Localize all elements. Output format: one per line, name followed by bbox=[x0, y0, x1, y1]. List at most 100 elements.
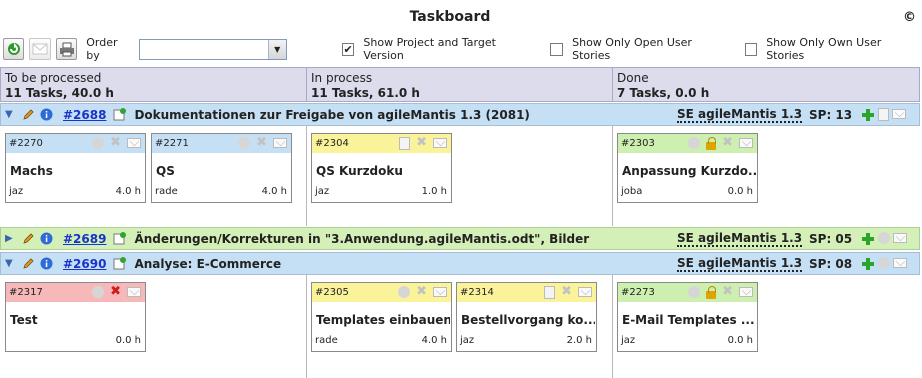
task-card[interactable]: #2314 ✖ Bestellvorgang ko... jaz 2.0 h bbox=[456, 282, 597, 352]
lock-icon[interactable] bbox=[706, 286, 717, 299]
info-icon[interactable] bbox=[39, 257, 53, 271]
mail-icon[interactable] bbox=[433, 287, 447, 297]
user-story-row[interactable]: ▶ #2689 Änderungen/Korrekturen in "3.Anw… bbox=[0, 227, 920, 250]
column-title: In process bbox=[311, 71, 373, 85]
task-title: Anpassung Kurzdo... bbox=[622, 164, 756, 178]
status-circle-icon[interactable] bbox=[688, 286, 701, 298]
note-icon[interactable] bbox=[112, 257, 126, 271]
chevron-down-icon[interactable]: ▼ bbox=[267, 39, 286, 59]
close-icon[interactable]: ✖ bbox=[722, 136, 733, 150]
show-open-checkbox[interactable] bbox=[550, 42, 564, 56]
column-title: To be processed bbox=[5, 71, 102, 85]
mail-icon[interactable] bbox=[892, 108, 906, 119]
task-user: jaz bbox=[621, 335, 636, 346]
column-divider bbox=[612, 126, 613, 226]
mail-icon[interactable] bbox=[893, 232, 907, 243]
print-button[interactable] bbox=[55, 38, 78, 60]
task-title: Bestellvorgang ko... bbox=[461, 313, 595, 327]
mail-icon[interactable] bbox=[893, 257, 907, 268]
info-icon[interactable] bbox=[39, 232, 53, 246]
mail-icon[interactable] bbox=[739, 138, 753, 148]
show-project-option[interactable]: ✔ Show Project and Target Version bbox=[341, 36, 535, 62]
mail-icon[interactable] bbox=[127, 287, 141, 297]
close-icon[interactable]: ✖ bbox=[110, 285, 121, 298]
column-title: Done bbox=[617, 71, 649, 85]
story-points: SP: 08 bbox=[809, 256, 853, 271]
close-icon[interactable]: ✖ bbox=[110, 136, 121, 149]
add-icon[interactable] bbox=[861, 108, 875, 122]
note-icon[interactable] bbox=[112, 108, 126, 122]
document-icon[interactable] bbox=[878, 107, 889, 121]
print-icon bbox=[59, 42, 74, 56]
close-icon[interactable]: ✖ bbox=[722, 285, 733, 299]
task-card[interactable]: #2317 ✖ Test 0.0 h bbox=[5, 282, 146, 352]
refresh-button[interactable] bbox=[3, 38, 25, 60]
mail-button[interactable] bbox=[29, 38, 51, 60]
collapse-icon[interactable]: ▼ bbox=[5, 109, 15, 120]
document-icon[interactable] bbox=[399, 137, 411, 150]
pencil-icon[interactable] bbox=[21, 232, 35, 246]
status-circle-icon[interactable] bbox=[878, 231, 890, 244]
story-id-link[interactable]: #2690 bbox=[63, 257, 106, 271]
task-estimate: 0.0 h bbox=[727, 335, 753, 346]
show-own-checkbox[interactable] bbox=[744, 42, 758, 56]
task-estimate: 0.0 h bbox=[727, 186, 753, 197]
status-circle-icon[interactable] bbox=[688, 137, 701, 149]
mail-icon[interactable] bbox=[273, 138, 287, 148]
taskboard: To be processed 11 Tasks, 40.0 h In proc… bbox=[0, 67, 920, 378]
mail-icon[interactable] bbox=[433, 138, 447, 148]
task-title: Machs bbox=[10, 164, 53, 178]
show-open-option[interactable]: Show Only Open User Stories bbox=[550, 36, 728, 62]
status-circle-icon[interactable] bbox=[92, 137, 105, 149]
task-title: Test bbox=[10, 313, 38, 327]
close-icon[interactable]: ✖ bbox=[256, 136, 267, 149]
pencil-icon[interactable] bbox=[21, 257, 35, 271]
story-id-link[interactable]: #2688 bbox=[63, 108, 106, 122]
mail-icon[interactable] bbox=[127, 138, 141, 148]
story-name: Dokumentationen zur Freigabe von agileMa… bbox=[134, 107, 530, 122]
task-card[interactable]: #2304 ✖ QS Kurzdoku jaz 1.0 h bbox=[311, 133, 452, 203]
task-id: #2271 bbox=[155, 138, 189, 149]
close-icon[interactable]: ✖ bbox=[561, 285, 572, 299]
user-story-row[interactable]: ▼ #2688 Dokumentationen zur Freigabe von… bbox=[0, 103, 920, 126]
add-icon[interactable] bbox=[861, 232, 875, 246]
column-summary: 11 Tasks, 40.0 h bbox=[5, 86, 114, 100]
status-circle-icon[interactable] bbox=[92, 286, 105, 298]
order-by-select[interactable]: ▼ bbox=[139, 38, 287, 60]
task-estimate: 4.0 h bbox=[421, 335, 447, 346]
show-project-checkbox[interactable]: ✔ bbox=[341, 42, 355, 56]
pencil-icon[interactable] bbox=[21, 108, 35, 122]
info-icon[interactable] bbox=[39, 108, 53, 122]
close-icon[interactable]: ✖ bbox=[416, 285, 427, 298]
task-card[interactable]: #2271 ✖ QS rade 4.0 h bbox=[151, 133, 292, 203]
collapse-icon[interactable]: ▼ bbox=[5, 258, 15, 269]
mail-icon[interactable] bbox=[739, 287, 753, 297]
page-title: Taskboard bbox=[409, 9, 491, 25]
task-card[interactable]: #2273 ✖ E-Mail Templates ... jaz 0.0 h bbox=[617, 282, 758, 352]
status-circle-icon[interactable] bbox=[238, 137, 251, 149]
task-estimate: 4.0 h bbox=[115, 186, 141, 197]
close-icon[interactable]: ✖ bbox=[416, 136, 427, 150]
story-actions bbox=[861, 107, 906, 122]
task-card[interactable]: #2305 ✖ Templates einbauen rade 4.0 h bbox=[311, 282, 452, 352]
note-icon[interactable] bbox=[112, 232, 126, 246]
target-version[interactable]: SE agileMantis 1.3 bbox=[677, 107, 803, 123]
status-circle-icon[interactable] bbox=[398, 286, 411, 298]
target-version[interactable]: SE agileMantis 1.3 bbox=[677, 256, 803, 272]
add-icon[interactable] bbox=[861, 257, 875, 271]
show-own-option[interactable]: Show Only Own User Stories bbox=[744, 36, 918, 62]
mail-icon[interactable] bbox=[578, 287, 592, 297]
user-story-row[interactable]: ▼ #2690 Analyse: E-Commerce SE agileMant… bbox=[0, 252, 920, 275]
target-version[interactable]: SE agileMantis 1.3 bbox=[677, 231, 803, 247]
lock-icon[interactable] bbox=[706, 137, 717, 150]
expand-icon[interactable]: ▶ bbox=[5, 233, 15, 244]
task-id: #2273 bbox=[621, 287, 655, 298]
column-divider bbox=[306, 126, 307, 226]
task-card[interactable]: #2303 ✖ Anpassung Kurzdo... joba 0.0 h bbox=[617, 133, 758, 203]
story-id-link[interactable]: #2689 bbox=[63, 232, 106, 246]
toolbar: Order by ▼ ✔ Show Project and Target Ver… bbox=[3, 36, 918, 62]
task-card[interactable]: #2270 ✖ Machs jaz 4.0 h bbox=[5, 133, 146, 203]
status-circle-icon[interactable] bbox=[878, 256, 890, 269]
task-user: joba bbox=[621, 186, 643, 197]
document-icon[interactable] bbox=[544, 286, 556, 299]
